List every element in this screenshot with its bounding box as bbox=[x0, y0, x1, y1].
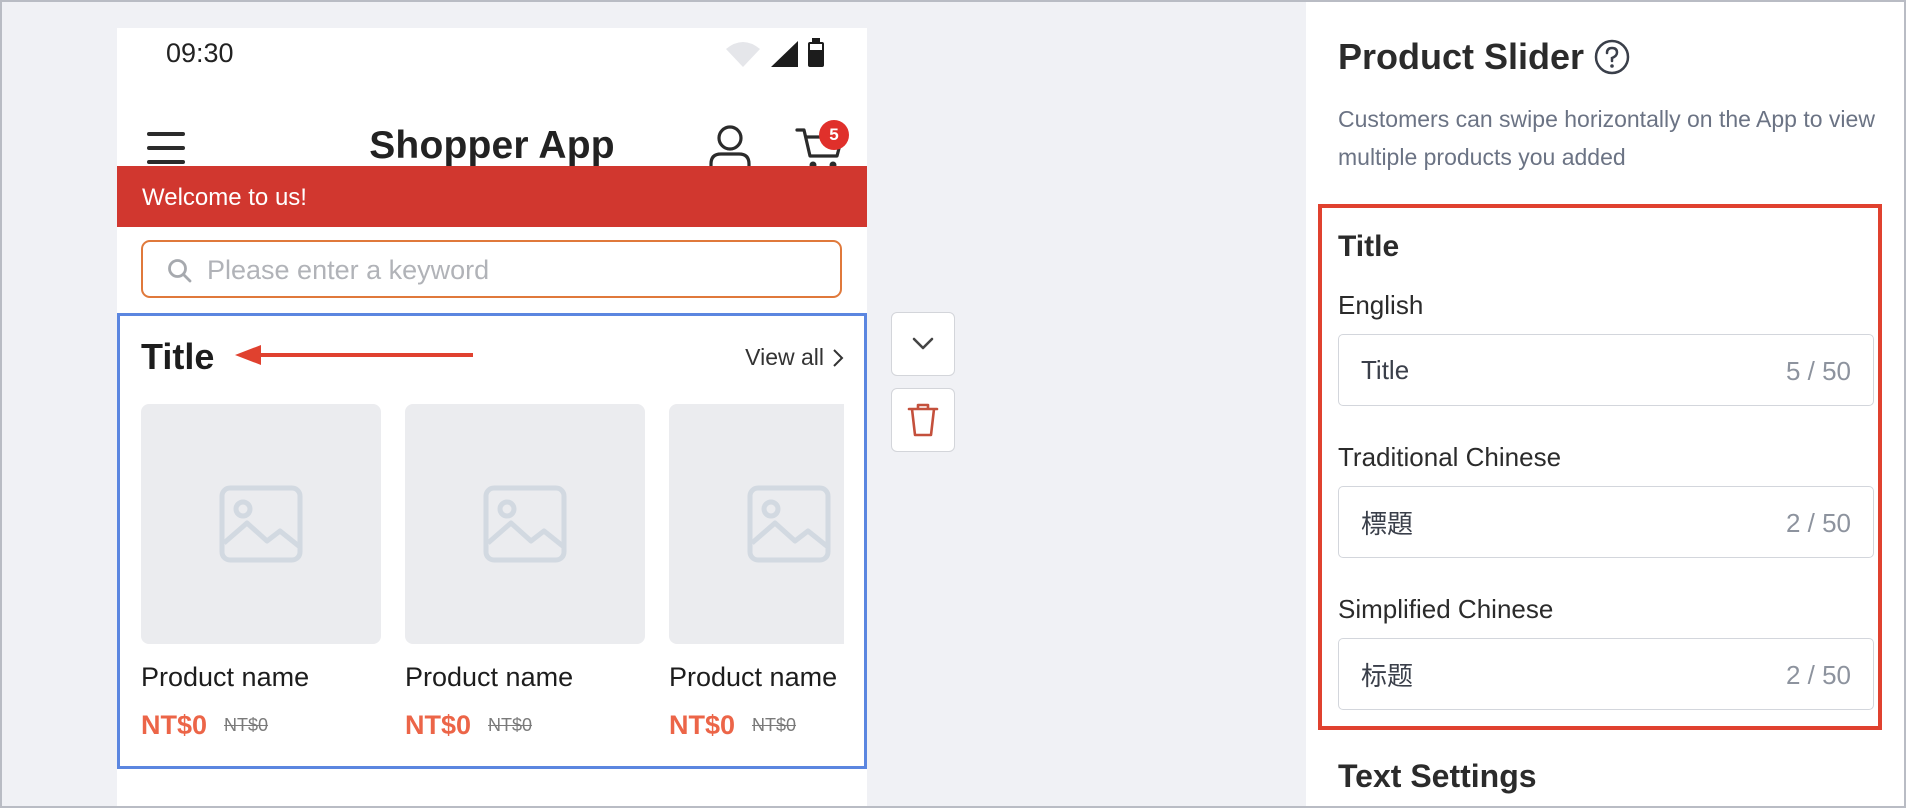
product-price: NT$0 bbox=[669, 710, 736, 740]
traditional-chinese-title-input[interactable] bbox=[1361, 505, 1741, 539]
slider-title: Title bbox=[141, 336, 215, 377]
image-placeholder-icon bbox=[483, 485, 567, 563]
product-image bbox=[141, 404, 381, 644]
simplified-chinese-title-field[interactable]: 2 / 50 bbox=[1338, 638, 1874, 710]
arrow-left-icon bbox=[235, 345, 473, 365]
product-card[interactable]: Product name NT$0 NT$0 bbox=[141, 404, 381, 764]
search-icon bbox=[168, 259, 192, 283]
english-title-input[interactable] bbox=[1361, 353, 1741, 387]
simplified-chinese-label: Simplified Chinese bbox=[1338, 594, 1554, 624]
battery-icon bbox=[808, 38, 824, 67]
product-image bbox=[669, 404, 844, 644]
char-count: 2 / 50 bbox=[1785, 508, 1851, 538]
product-name: Product name bbox=[669, 662, 838, 692]
product-card[interactable]: Product name NT$0 NT$0 bbox=[405, 404, 645, 764]
search-box[interactable] bbox=[141, 240, 842, 298]
english-label: English bbox=[1338, 290, 1424, 320]
product-name: Product name bbox=[405, 662, 574, 692]
search-input[interactable] bbox=[207, 254, 807, 286]
collapse-button[interactable] bbox=[891, 312, 955, 376]
text-settings-heading: Text Settings bbox=[1338, 758, 1537, 794]
product-slider-block[interactable]: Title View all Product name NT$0 NT$0 Pr… bbox=[117, 313, 867, 769]
help-icon[interactable] bbox=[1594, 39, 1630, 75]
char-count: 5 / 50 bbox=[1785, 356, 1851, 386]
product-price: NT$0 bbox=[405, 710, 472, 740]
app-title: Shopper App bbox=[369, 124, 615, 167]
section-heading: Title bbox=[1338, 230, 1400, 263]
welcome-banner: Welcome to us! bbox=[117, 166, 867, 227]
traditional-chinese-title-field[interactable]: 2 / 50 bbox=[1338, 486, 1874, 558]
status-time: 09:30 bbox=[166, 38, 234, 68]
settings-panel: Product Slider Customers can swipe horiz… bbox=[1306, 0, 1906, 808]
panel-heading: Product Slider bbox=[1338, 36, 1630, 78]
char-count: 2 / 50 bbox=[1785, 660, 1851, 690]
product-list[interactable]: Product name NT$0 NT$0 Product name NT$0… bbox=[141, 404, 844, 764]
view-all-link[interactable]: View all bbox=[745, 344, 844, 371]
image-placeholder-icon bbox=[219, 485, 303, 563]
product-original-price: NT$0 bbox=[224, 715, 269, 735]
traditional-chinese-label: Traditional Chinese bbox=[1338, 442, 1562, 472]
status-bar: 09:30 bbox=[117, 28, 867, 80]
product-image bbox=[405, 404, 645, 644]
image-placeholder-icon bbox=[747, 485, 831, 563]
product-original-price: NT$0 bbox=[488, 715, 533, 735]
product-original-price: NT$0 bbox=[752, 715, 797, 735]
product-card[interactable]: Product name NT$0 NT$0 bbox=[669, 404, 844, 764]
chevron-right-icon bbox=[833, 348, 844, 367]
product-price: NT$0 bbox=[141, 710, 208, 740]
signal-icon bbox=[771, 41, 798, 67]
product-name: Product name bbox=[141, 662, 310, 692]
phone-preview: 09:30 Shopper App 5 Welcome to us! Pleas… bbox=[117, 28, 867, 808]
chevron-down-icon bbox=[912, 337, 934, 350]
title-settings-section: Title English 5 / 50 Traditional Chinese… bbox=[1318, 204, 1882, 730]
wifi-icon bbox=[726, 42, 760, 67]
simplified-chinese-title-input[interactable] bbox=[1361, 657, 1741, 691]
panel-title: Product Slider bbox=[1338, 36, 1585, 77]
cart-badge: 5 bbox=[819, 120, 849, 150]
english-title-field[interactable]: 5 / 50 bbox=[1338, 334, 1874, 406]
panel-description: Customers can swipe horizontally on the … bbox=[1338, 106, 1875, 170]
user-icon[interactable] bbox=[707, 124, 753, 172]
trash-icon bbox=[907, 403, 939, 437]
delete-button[interactable] bbox=[891, 388, 955, 452]
